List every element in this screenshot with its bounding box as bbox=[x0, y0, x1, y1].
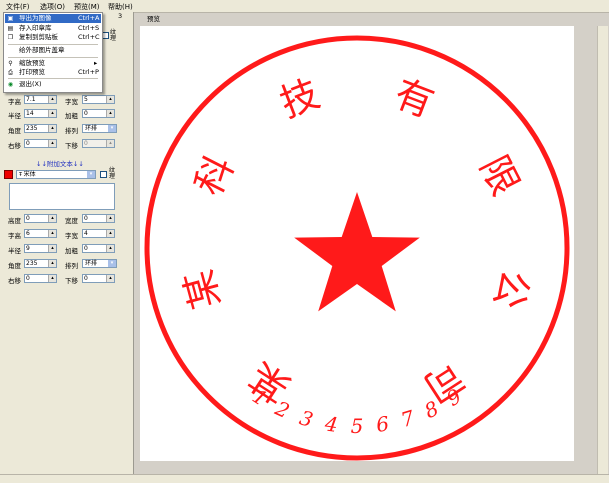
menu-separator bbox=[8, 78, 98, 79]
texture-label-upper: 纹理 bbox=[110, 29, 117, 42]
bold-spinner[interactable]: 0 ▴ bbox=[82, 109, 115, 118]
bold-label: 加粗 bbox=[65, 112, 78, 120]
extra-text-input[interactable] bbox=[9, 183, 115, 210]
color-swatch[interactable] bbox=[4, 170, 13, 179]
tab-fragment[interactable]: 3 bbox=[118, 12, 122, 20]
texture-checkbox-upper[interactable] bbox=[102, 32, 109, 39]
menu-help[interactable]: 帮助(H) bbox=[108, 2, 133, 12]
lower-radius-spinner[interactable]: 9 ▴ bbox=[24, 244, 57, 253]
lower-font-width-spinner[interactable]: 4 ▴ bbox=[82, 229, 115, 238]
chevron-down-icon: ▾ bbox=[87, 171, 95, 178]
lower-angle-spinner[interactable]: 235 ▴ bbox=[24, 259, 57, 268]
seal-image: 某某科技 有限公司1 2 3 4 5 6 7 8 9 bbox=[144, 35, 570, 461]
font-height-label: 字高 bbox=[8, 98, 21, 106]
menu-item-print-preview[interactable]: ⎙ 打印预览 Ctrl+P bbox=[5, 68, 101, 77]
menu-separator bbox=[8, 57, 98, 58]
seal-digit: 7 bbox=[398, 405, 417, 432]
seal-preview-canvas: 某某科技有限公司123456789 bbox=[140, 26, 574, 461]
arrange-select[interactable]: 环排 ▾ bbox=[82, 124, 117, 133]
font-height-spinner[interactable]: 7.1 ▴ bbox=[24, 95, 57, 104]
seal-char: 公 bbox=[485, 265, 537, 313]
lower-down-shift-spinner[interactable]: 0 ▴ bbox=[82, 274, 115, 283]
lower-arrange-select[interactable]: 环排 ▾ bbox=[82, 259, 117, 268]
copy-icon: ❐ bbox=[7, 34, 14, 41]
lower-bold-label: 加粗 bbox=[65, 247, 78, 255]
lower-right-shift-label: 右移 bbox=[8, 277, 21, 285]
chevron-down-icon: ▾ bbox=[108, 260, 116, 267]
vertical-scrollbar[interactable] bbox=[597, 26, 608, 474]
seal-digit: 3 bbox=[297, 405, 316, 432]
seal-digit: 6 bbox=[374, 411, 390, 437]
texture-label-lower: 纹理 bbox=[109, 167, 116, 180]
chevron-down-icon: ▾ bbox=[108, 125, 116, 132]
lower-font-height-label: 字高 bbox=[8, 232, 21, 240]
angle-spinner[interactable]: 235 ▴ bbox=[24, 124, 57, 133]
export-icon: ▣ bbox=[7, 15, 14, 22]
extra-text-header: ↓↓附加文本↓↓ bbox=[36, 160, 84, 168]
lower-font-height-spinner[interactable]: 6 ▴ bbox=[24, 229, 57, 238]
down-shift-label: 下移 bbox=[65, 142, 78, 150]
font-width-spinner[interactable]: 5 ▴ bbox=[82, 95, 115, 104]
seal-char: 技 bbox=[274, 71, 325, 126]
right-shift-label: 右移 bbox=[8, 142, 21, 150]
seal-char: 某 bbox=[176, 265, 228, 313]
seal-star bbox=[294, 192, 420, 312]
right-shift-spinner[interactable]: 0 ▴ bbox=[24, 139, 57, 148]
menu-preview[interactable]: 预览(M) bbox=[74, 2, 100, 12]
lower-angle-label: 角度 bbox=[8, 262, 21, 270]
lower-bold-spinner[interactable]: 0 ▴ bbox=[82, 244, 115, 253]
height-label: 高度 bbox=[8, 217, 21, 225]
preview-label: 预览 bbox=[147, 15, 160, 23]
font-select[interactable]: Ŧ 宋体 ▾ bbox=[16, 170, 96, 179]
lower-down-shift-label: 下移 bbox=[65, 277, 78, 285]
zoom-icon: ⚲ bbox=[8, 60, 13, 67]
down-shift-spinner[interactable]: 0 ▴ bbox=[82, 139, 115, 148]
radius-label: 半径 bbox=[8, 112, 21, 120]
menu-item-export-image[interactable]: ▣ 导出为图像 Ctrl+A bbox=[5, 14, 101, 23]
texture-checkbox-lower[interactable] bbox=[100, 171, 107, 178]
seal-char: 科 bbox=[186, 148, 242, 202]
menu-file[interactable]: 文件(F) bbox=[6, 2, 30, 12]
seal-digit: 4 bbox=[322, 411, 339, 437]
angle-label: 角度 bbox=[8, 127, 21, 135]
seal-digit: 5 bbox=[351, 414, 364, 438]
seal-char: 有 bbox=[389, 71, 440, 126]
height-spinner[interactable]: 0 ▴ bbox=[24, 214, 57, 223]
menu-item-zoom-preview[interactable]: ⚲ 缩放预览 ▸ bbox=[5, 59, 101, 68]
menu-item-exit[interactable]: ◉ 退出(X) bbox=[5, 80, 101, 89]
file-dropdown-menu: ▣ 导出为图像 Ctrl+A ▤ 存入印章库 Ctrl+S ❐ 复制到剪贴板 C… bbox=[3, 12, 103, 93]
width-label: 宽度 bbox=[65, 217, 78, 225]
lower-font-width-label: 字宽 bbox=[65, 232, 78, 240]
menu-item-stamp-external[interactable]: 给外部图片盖章 bbox=[5, 46, 101, 55]
save-icon: ▤ bbox=[7, 25, 14, 32]
lower-radius-label: 半径 bbox=[8, 247, 21, 255]
menu-item-copy-clipboard[interactable]: ❐ 复制到剪贴板 Ctrl+C bbox=[5, 33, 101, 42]
font-width-label: 字宽 bbox=[65, 98, 78, 106]
lower-right-shift-spinner[interactable]: 0 ▴ bbox=[24, 274, 57, 283]
arrange-label: 排列 bbox=[65, 127, 78, 135]
width-spinner[interactable]: 0 ▴ bbox=[82, 214, 115, 223]
menu-item-save-to-library[interactable]: ▤ 存入印章库 Ctrl+S bbox=[5, 24, 101, 33]
lower-arrange-label: 排列 bbox=[65, 262, 78, 270]
radius-spinner[interactable]: 14 ▴ bbox=[24, 109, 57, 118]
menu-separator bbox=[8, 44, 98, 45]
seal-char: 限 bbox=[471, 148, 527, 202]
submenu-arrow-icon: ▸ bbox=[94, 59, 98, 67]
exit-icon: ◉ bbox=[7, 81, 14, 88]
print-icon: ⎙ bbox=[8, 69, 13, 76]
menu-options[interactable]: 选项(O) bbox=[40, 2, 65, 12]
